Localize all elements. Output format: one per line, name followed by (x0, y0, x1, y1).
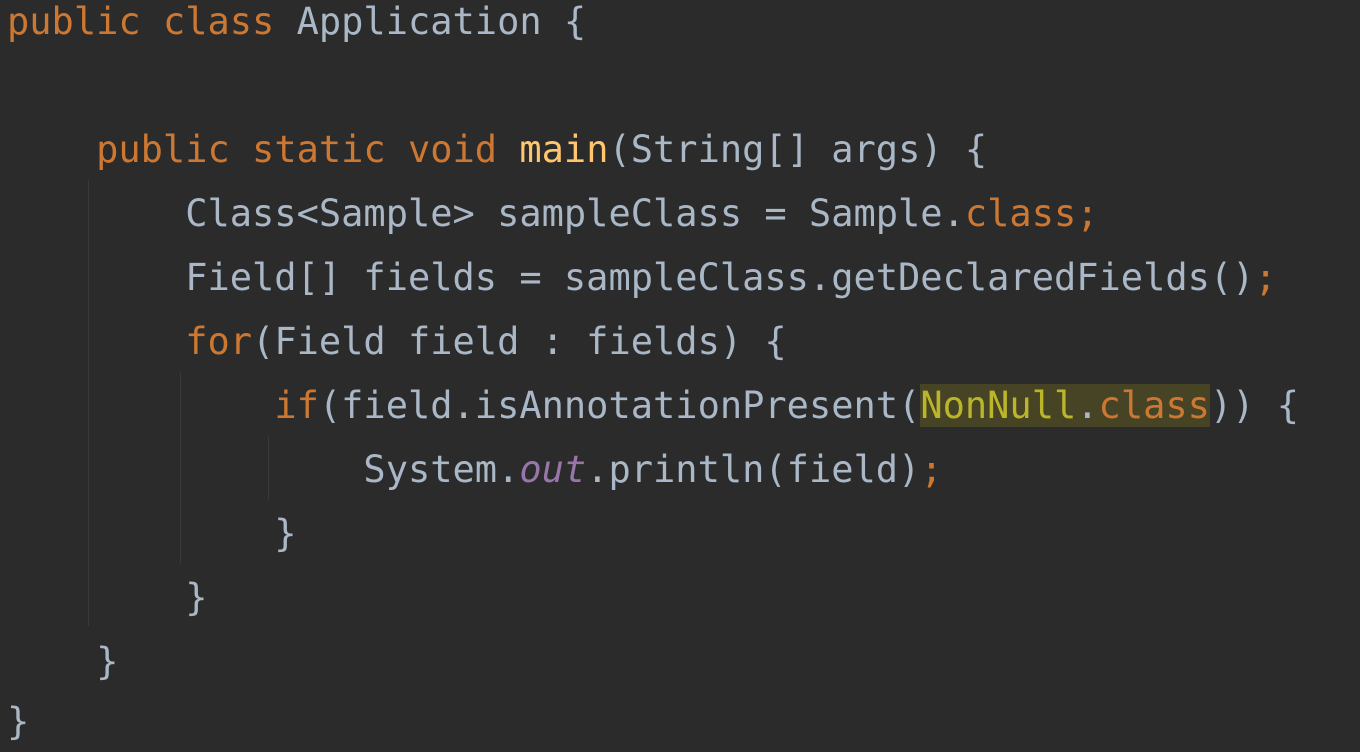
code-line[interactable]: Field[] fields = sampleClass.getDeclared… (7, 246, 1277, 310)
code-line[interactable]: for(Field field : fields) { (7, 310, 787, 374)
code-token: (String[] args) { (608, 128, 988, 171)
code-token: public (96, 128, 230, 171)
code-token: NonNull (920, 384, 1077, 427)
code-line[interactable]: public class Application { (7, 0, 586, 54)
code-token: public (7, 0, 141, 43)
code-token: for (185, 320, 253, 363)
code-token: . (1076, 384, 1099, 427)
code-token: class (1098, 384, 1210, 427)
code-line[interactable]: Class<Sample> sampleClass = Sample.class… (7, 182, 1099, 246)
code-line[interactable]: public static void main(String[] args) { (7, 118, 987, 182)
code-editor[interactable]: public class Application { public static… (0, 0, 1360, 752)
code-token: } (7, 700, 30, 743)
code-line[interactable]: } (7, 566, 207, 630)
code-token: (Field field : fields) { (252, 320, 787, 363)
code-token: )) { (1209, 384, 1300, 427)
code-line[interactable]: System.out.println(field); (7, 438, 943, 502)
code-token: (field.isAnnotationPresent( (318, 384, 921, 427)
code-token: } (7, 640, 119, 683)
code-token: class (964, 192, 1077, 235)
code-token: } (7, 576, 208, 619)
code-token: Application { (274, 0, 587, 43)
code-token: class (162, 0, 275, 43)
code-token: static (252, 128, 386, 171)
code-token: ; (920, 448, 943, 491)
code-token: ; (1254, 256, 1277, 299)
code-line[interactable]: } (7, 690, 29, 752)
code-token: out (519, 448, 587, 491)
code-token: void (407, 128, 498, 171)
code-line[interactable]: } (7, 630, 118, 694)
code-token: Field[] fields = sampleClass.getDeclared… (7, 256, 1255, 299)
code-token: .println(field) (586, 448, 921, 491)
code-token: Class<Sample> sampleClass = Sample. (7, 192, 965, 235)
code-token: main (519, 128, 609, 171)
code-line[interactable]: } (7, 502, 297, 566)
code-token: ; (1076, 192, 1099, 235)
code-token: if (274, 384, 319, 427)
code-token: System. (7, 448, 520, 491)
code-line[interactable]: if(field.isAnnotationPresent(NonNull.cla… (7, 374, 1299, 438)
code-token: } (7, 512, 297, 555)
